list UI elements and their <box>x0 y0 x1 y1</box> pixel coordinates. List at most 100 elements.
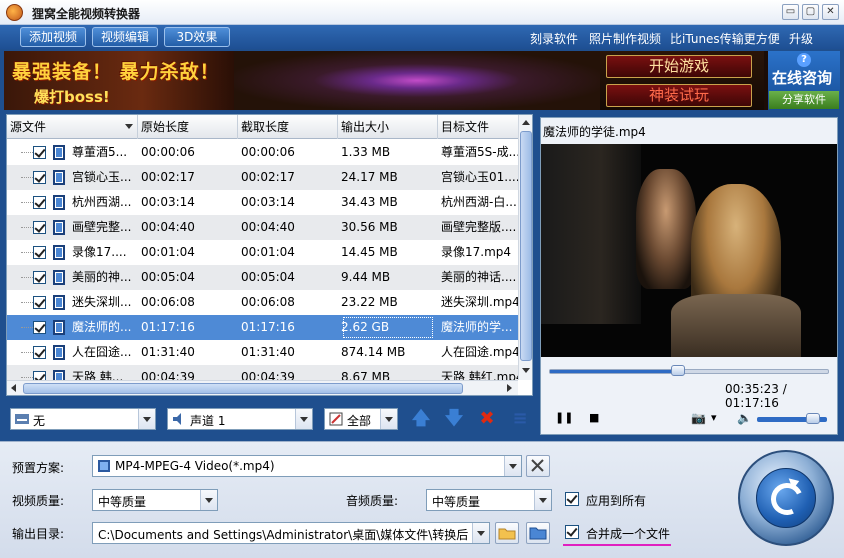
sort-arrow-icon <box>125 124 133 129</box>
scroll-up-arrow[interactable] <box>522 120 530 125</box>
row-checkbox[interactable] <box>33 271 46 284</box>
move-up-icon[interactable]: 🡅 <box>410 408 432 430</box>
chevron-down-icon[interactable] <box>138 409 155 429</box>
audio-track-select[interactable]: 声道 1 <box>167 408 313 430</box>
open-folder-button[interactable] <box>526 522 550 544</box>
try-gear-button[interactable]: 神装试玩 <box>606 84 752 107</box>
apply-all-checkbox[interactable] <box>565 492 579 506</box>
video-preview[interactable] <box>541 144 837 357</box>
row-checkbox[interactable] <box>33 296 46 309</box>
video-quality-select[interactable]: 中等质量 <box>92 489 218 511</box>
volume-icon[interactable]: 🔈 <box>737 411 752 425</box>
cell-output-size: 8.67 MB <box>341 370 391 380</box>
chevron-down-icon[interactable] <box>200 490 217 510</box>
start-game-button[interactable]: 开始游戏 <box>606 55 752 78</box>
online-consult-panel[interactable]: ? 在线咨询 分享软件 <box>768 51 840 110</box>
chevron-down-icon[interactable] <box>534 490 551 510</box>
vertical-scroll-thumb[interactable] <box>520 131 532 361</box>
chevron-down-icon[interactable] <box>472 523 489 543</box>
output-dir-label: 输出目录: <box>12 527 65 541</box>
merge-checkbox[interactable] <box>565 525 579 539</box>
close-button[interactable]: ✕ <box>822 4 839 20</box>
seek-bar[interactable] <box>549 365 829 376</box>
vertical-scrollbar[interactable] <box>518 115 532 380</box>
3d-effect-button[interactable]: 3D效果 <box>164 27 230 47</box>
table-row[interactable]: 宫锁心玉... 00:02:17 00:02:17 24.17 MB 宫锁心玉01...… <box>7 165 518 190</box>
burn-software-link[interactable]: 刻录软件 <box>530 30 578 47</box>
horizontal-scrollbar[interactable] <box>7 380 518 395</box>
folder-icon <box>529 527 547 540</box>
file-list[interactable]: 源文件 原始长度 截取长度 输出大小 目标文件 尊董酒5... 00:00:06 0… <box>6 114 533 396</box>
cell-source-name: 杭州西湖... <box>72 195 132 209</box>
camera-icon[interactable]: 📷 <box>691 411 706 425</box>
cell-cut-length: 00:01:04 <box>241 245 295 259</box>
edit-video-button[interactable]: 视频编辑 <box>92 27 158 47</box>
chevron-down-icon[interactable]: ▾ <box>711 411 717 424</box>
table-row[interactable]: 画壁完整... 00:04:40 00:04:40 30.56 MB 画壁完整版.... <box>7 215 518 240</box>
horizontal-scroll-thumb[interactable] <box>23 383 463 394</box>
photo-video-link[interactable]: 照片制作视频 <box>589 30 661 47</box>
main-toolbar: 添加视频 视频编辑 3D效果 刻录软件 照片制作视频 比iTunes传输更方便 … <box>0 25 844 49</box>
column-output-size[interactable]: 输出大小 <box>338 115 438 139</box>
column-original-length[interactable]: 原始长度 <box>138 115 238 139</box>
row-checkbox[interactable] <box>33 196 46 209</box>
row-checkbox[interactable] <box>33 246 46 259</box>
table-row[interactable]: 杭州西湖... 00:03:14 00:03:14 34.43 MB 杭州西湖-白... <box>7 190 518 215</box>
merge-highlight-underline <box>563 544 671 546</box>
cell-target-file: 人在囧途.mp4 <box>441 345 518 359</box>
output-dir-select[interactable]: C:\Documents and Settings\Administrator\… <box>92 522 490 544</box>
add-video-button[interactable]: 添加视频 <box>20 27 86 47</box>
chevron-down-icon[interactable] <box>295 409 312 429</box>
cell-target-file: 画壁完整版.... <box>441 220 517 234</box>
filter-select[interactable]: 全部 <box>324 408 398 430</box>
cell-output-size: 24.17 MB <box>341 170 398 184</box>
scroll-down-arrow[interactable] <box>522 368 530 373</box>
file-list-header: 源文件 原始长度 截取长度 输出大小 目标文件 <box>7 115 518 139</box>
share-software-button[interactable]: 分享软件 <box>769 91 839 109</box>
table-row[interactable]: 人在囧途... 01:31:40 01:31:40 874.14 MB 人在囧途.mp4 <box>7 340 518 365</box>
table-row[interactable]: 天路 韩... 00:04:39 00:04:39 8.67 MB 天路 韩红.mp4 <box>7 365 518 380</box>
scroll-left-arrow[interactable] <box>11 384 16 392</box>
column-cut-length[interactable]: 截取长度 <box>238 115 338 139</box>
chevron-down-icon[interactable] <box>504 456 521 476</box>
table-row[interactable]: 录像17.... 00:01:04 00:01:04 14.45 MB 录像17.mp4 <box>7 240 518 265</box>
row-checkbox[interactable] <box>33 146 46 159</box>
convert-button[interactable] <box>738 450 834 546</box>
table-row[interactable]: 尊董酒5... 00:00:06 00:00:06 1.33 MB 尊董酒5S-成... <box>7 140 518 165</box>
row-checkbox[interactable] <box>33 346 46 359</box>
browse-folder-button[interactable] <box>495 522 519 544</box>
column-source[interactable]: 源文件 <box>7 115 138 139</box>
volume-handle[interactable] <box>806 413 820 424</box>
row-checkbox[interactable] <box>33 321 46 334</box>
column-target-file[interactable]: 目标文件 <box>438 115 518 139</box>
stop-icon[interactable]: ■ <box>589 411 599 424</box>
table-row[interactable]: 迷失深圳... 00:06:08 00:06:08 23.22 MB 迷失深圳.mp4 <box>7 290 518 315</box>
row-checkbox[interactable] <box>33 371 46 380</box>
itunes-transfer-link[interactable]: 比iTunes传输更方便 <box>670 30 780 47</box>
subtitle-icon <box>15 414 29 424</box>
cell-cut-length: 00:02:17 <box>241 170 295 184</box>
move-down-icon[interactable]: 🡇 <box>443 408 465 430</box>
chevron-down-icon[interactable] <box>380 409 397 429</box>
cell-source-name: 录像17.... <box>72 245 127 259</box>
row-checkbox[interactable] <box>33 221 46 234</box>
volume-slider[interactable] <box>757 413 827 424</box>
table-row[interactable]: 魔法师的... 01:17:16 01:17:16 2.62 GB 魔法师的学... <box>7 315 518 340</box>
preset-select[interactable]: MP4-MPEG-4 Video(*.mp4) <box>92 455 522 477</box>
minimize-button[interactable]: ▭ <box>782 4 799 20</box>
subtitle-select[interactable]: 无 <box>10 408 156 430</box>
maximize-button[interactable]: ▢ <box>802 4 819 20</box>
table-row[interactable]: 美丽的神... 00:05:04 00:05:04 9.44 MB 美丽的神话.... <box>7 265 518 290</box>
preset-settings-button[interactable] <box>526 455 550 477</box>
row-checkbox[interactable] <box>33 171 46 184</box>
audio-quality-select[interactable]: 中等质量 <box>426 489 552 511</box>
ad-banner[interactable]: 暴强装备！ 暴力杀敌！ 爆打boss! 开始游戏 神装试玩 ? 在线咨询 分享软… <box>4 51 840 110</box>
pause-icon[interactable]: ❚❚ <box>555 411 573 424</box>
scroll-right-arrow[interactable] <box>507 384 512 392</box>
clear-list-icon[interactable]: ≡ <box>509 408 531 430</box>
delete-icon[interactable]: ✖ <box>476 408 498 430</box>
cell-original-length: 01:17:16 <box>141 320 195 334</box>
seek-handle[interactable] <box>670 365 685 376</box>
video-file-icon <box>53 270 65 285</box>
upgrade-link[interactable]: 升级 <box>789 30 813 47</box>
